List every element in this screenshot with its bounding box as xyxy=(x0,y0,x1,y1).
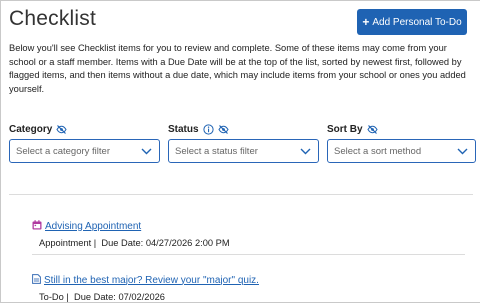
page-title: Checklist xyxy=(9,7,96,30)
item-due-date: 04/27/2026 2:00 PM xyxy=(145,238,230,248)
item-meta: Appointment | Due Date: 04/27/2026 2:00 … xyxy=(39,238,230,248)
checklist-panel: Checklist + Add Personal To-Do Below you… xyxy=(0,0,480,303)
info-icon[interactable] xyxy=(202,124,214,135)
item-type: Appointment xyxy=(39,238,92,248)
item-title-link[interactable]: Still in the best major? Review your "ma… xyxy=(44,275,259,286)
status-filter-select[interactable]: Select a status filter xyxy=(168,139,319,163)
category-filter-placeholder: Select a category filter xyxy=(16,145,110,157)
item-type: To-Do xyxy=(39,292,64,302)
eye-slash-icon[interactable] xyxy=(366,125,378,134)
sort-method-placeholder: Select a sort method xyxy=(334,145,422,157)
chevron-down-icon xyxy=(141,147,152,158)
status-filter-label: Status xyxy=(168,124,229,135)
sort-by-label: Sort By xyxy=(327,124,378,135)
item-divider xyxy=(32,254,465,255)
item-meta: To-Do | Due Date: 07/02/2026 xyxy=(39,292,165,302)
sort-method-select[interactable]: Select a sort method xyxy=(327,139,476,163)
list-item: Advising Appointment Appointment | Due D… xyxy=(32,217,230,248)
eye-slash-icon[interactable] xyxy=(217,125,229,134)
document-icon xyxy=(32,271,41,289)
intro-text: Below you'll see Checklist items for you… xyxy=(9,43,466,95)
add-personal-todo-button[interactable]: + Add Personal To-Do xyxy=(357,9,467,35)
plus-icon: + xyxy=(362,15,370,29)
section-divider xyxy=(9,194,473,195)
category-filter-label: Category xyxy=(9,124,67,135)
chevron-down-icon xyxy=(457,147,468,158)
item-due-label: Due Date: xyxy=(101,238,144,248)
status-label-text: Status xyxy=(168,124,199,135)
item-title-link[interactable]: Advising Appointment xyxy=(45,221,141,232)
calendar-icon xyxy=(32,217,42,235)
item-due-date: 07/02/2026 xyxy=(118,292,165,302)
category-filter-select[interactable]: Select a category filter xyxy=(9,139,160,163)
status-filter-placeholder: Select a status filter xyxy=(175,145,258,157)
eye-slash-icon[interactable] xyxy=(56,125,67,134)
category-label-text: Category xyxy=(9,124,53,135)
add-personal-todo-label: Add Personal To-Do xyxy=(372,16,462,28)
sort-label-text: Sort By xyxy=(327,124,363,135)
list-item: Still in the best major? Review your "ma… xyxy=(32,271,259,302)
item-due-label: Due Date: xyxy=(73,292,116,302)
chevron-down-icon xyxy=(300,147,311,158)
